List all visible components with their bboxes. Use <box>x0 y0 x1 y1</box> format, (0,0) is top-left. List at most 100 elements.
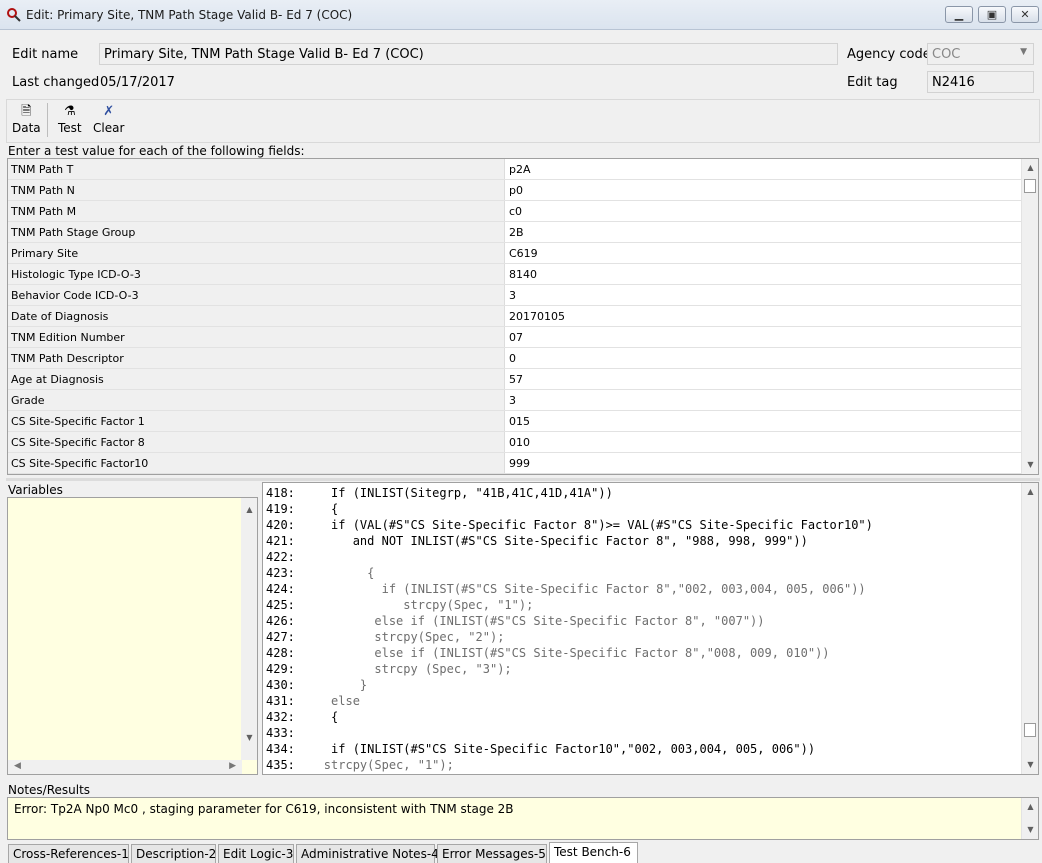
data-button-label: Data <box>12 121 41 135</box>
test-button[interactable]: ⚗ Test <box>58 103 82 135</box>
agency-code-select[interactable]: COC ▼ <box>927 43 1034 65</box>
field-name: Grade <box>8 390 505 410</box>
line-number: 423: <box>266 566 295 580</box>
field-value-input[interactable]: 0 <box>506 348 1022 368</box>
line-number: 429: <box>266 662 295 676</box>
tab-edit-logic-3[interactable]: Edit Logic-3 <box>218 844 294 863</box>
field-value-input[interactable]: 8140 <box>506 264 1022 284</box>
notes-label: Notes/Results <box>8 783 91 797</box>
field-value-input[interactable]: 3 <box>506 285 1022 305</box>
scroll-down-icon[interactable]: ▼ <box>1022 457 1038 473</box>
field-row: Grade 3 <box>8 390 1022 411</box>
variables-panel: ▲ ▼ ◀ ▶ <box>7 497 258 775</box>
field-row: TNM Path Np0 <box>8 180 1022 201</box>
scroll-down-icon[interactable]: ▼ <box>241 730 257 746</box>
clear-icon: ✗ <box>103 104 115 119</box>
field-value-input[interactable]: p2A <box>506 159 1022 179</box>
field-name: TNM Path M <box>8 201 505 221</box>
line-number: 418: <box>266 486 295 500</box>
scroll-up-icon[interactable]: ▲ <box>241 502 257 518</box>
field-row: TNM Edition Number 07 <box>8 327 1022 348</box>
line-number: 433: <box>266 726 295 740</box>
code-text: else if (INLIST(#S"CS Site-Specific Fact… <box>294 614 765 628</box>
scroll-right-icon[interactable]: ▶ <box>229 761 236 771</box>
field-row: Histologic Type ICD-O-3 8140 <box>8 264 1022 285</box>
line-number: 434: <box>266 742 295 756</box>
field-row: TNM Path Descriptor 0 <box>8 348 1022 369</box>
field-row: TNM Path Tp2A <box>8 159 1022 180</box>
tab-administrative-notes-4[interactable]: Administrative Notes-4 <box>296 844 439 863</box>
code-text: { <box>294 502 339 516</box>
maximize-icon[interactable]: ▣ <box>978 6 1006 23</box>
variables-label: Variables <box>8 483 63 497</box>
field-name: Age at Diagnosis <box>8 369 505 389</box>
notes-results-panel: Error: Tp2A Np0 Mc0 , staging parameter … <box>7 797 1039 840</box>
line-number: 422: <box>266 550 295 564</box>
tab-cross-references-1[interactable]: Cross-References-1 <box>8 844 129 863</box>
code-text: strcpy(Spec, "1"); <box>294 598 534 612</box>
test-prompt: Enter a test value for each of the follo… <box>8 144 305 158</box>
splitter[interactable] <box>6 478 1040 481</box>
code-line: 419: { <box>266 501 338 517</box>
field-name: CS Site-Specific Factor10 <box>8 453 505 473</box>
code-line: 420: if (VAL(#S"CS Site-Specific Factor … <box>266 517 873 533</box>
field-value-input[interactable]: 07 <box>506 327 1022 347</box>
field-name: TNM Path N <box>8 180 505 200</box>
edit-logic-code-view[interactable]: 418: If (INLIST(Sitegrp, "41B,41C,41D,41… <box>262 482 1039 775</box>
line-number: 424: <box>266 582 295 596</box>
data-button[interactable]: 🗎 Data <box>12 103 41 135</box>
edit-name-field[interactable]: Primary Site, TNM Path Stage Valid B- Ed… <box>99 43 838 65</box>
variables-vscroll[interactable]: ▲ ▼ <box>241 498 257 760</box>
field-value-input[interactable]: 010 <box>506 432 1022 452</box>
close-icon[interactable]: ✕ <box>1011 6 1039 23</box>
code-scrollbar[interactable]: ▲ ▼ <box>1021 483 1038 774</box>
line-number: 432: <box>266 710 295 724</box>
agency-code-value: COC <box>932 47 961 62</box>
field-value-input[interactable]: 999 <box>506 453 1022 473</box>
code-line: 433: <box>266 725 295 741</box>
line-number: 427: <box>266 630 295 644</box>
scroll-up-icon[interactable]: ▲ <box>1022 799 1038 815</box>
code-line: 418: If (INLIST(Sitegrp, "41B,41C,41D,41… <box>266 485 613 501</box>
edit-tag-label: Edit tag <box>847 75 898 90</box>
field-value-input[interactable]: c0 <box>506 201 1022 221</box>
field-value-input[interactable]: 2B <box>506 222 1022 242</box>
field-value-input[interactable]: C619 <box>506 243 1022 263</box>
field-value-input[interactable]: 57 <box>506 369 1022 389</box>
line-number: 420: <box>266 518 295 532</box>
scroll-down-icon[interactable]: ▼ <box>1022 822 1038 838</box>
scroll-down-icon[interactable]: ▼ <box>1022 757 1038 773</box>
line-number: 426: <box>266 614 295 628</box>
notes-result-text: Error: Tp2A Np0 Mc0 , staging parameter … <box>14 802 514 816</box>
scroll-up-icon[interactable]: ▲ <box>1022 160 1038 176</box>
clear-button[interactable]: ✗ Clear <box>93 103 124 135</box>
field-name: CS Site-Specific Factor 8 <box>8 432 505 452</box>
line-number: 430: <box>266 678 295 692</box>
edit-tag-field[interactable]: N2416 <box>927 71 1034 93</box>
scroll-up-icon[interactable]: ▲ <box>1022 484 1038 500</box>
scroll-thumb[interactable] <box>1024 179 1036 193</box>
test-icon: ⚗ <box>63 104 76 119</box>
field-value-input[interactable]: 3 <box>506 390 1022 410</box>
field-value-input[interactable]: p0 <box>506 180 1022 200</box>
grid-scrollbar[interactable]: ▲ ▼ <box>1021 159 1038 474</box>
tab-test-bench-6[interactable]: Test Bench-6 <box>549 842 638 863</box>
tab-error-messages-5[interactable]: Error Messages-5 <box>437 844 547 863</box>
variables-hscroll[interactable]: ◀ ▶ <box>8 760 242 774</box>
scroll-thumb[interactable] <box>1024 723 1036 737</box>
field-name: TNM Path T <box>8 159 505 179</box>
code-line: 435: strcpy(Spec, "1"); <box>266 757 454 773</box>
notes-scrollbar[interactable]: ▲ ▼ <box>1021 798 1038 839</box>
code-line: 432: { <box>266 709 338 725</box>
field-value-input[interactable]: 20170105 <box>506 306 1022 326</box>
minimize-icon[interactable]: ▁ <box>945 6 973 23</box>
field-value-input[interactable]: 015 <box>506 411 1022 431</box>
field-name: CS Site-Specific Factor 1 <box>8 411 505 431</box>
last-changed-value: 05/17/2017 <box>100 75 175 90</box>
tab-description-2[interactable]: Description-2 <box>131 844 216 863</box>
line-number: 421: <box>266 534 295 548</box>
scroll-left-icon[interactable]: ◀ <box>14 761 21 771</box>
field-name: Date of Diagnosis <box>8 306 505 326</box>
code-text: else if (INLIST(#S"CS Site-Specific Fact… <box>294 646 830 660</box>
code-line: 424: if (INLIST(#S"CS Site-Specific Fact… <box>266 581 866 597</box>
